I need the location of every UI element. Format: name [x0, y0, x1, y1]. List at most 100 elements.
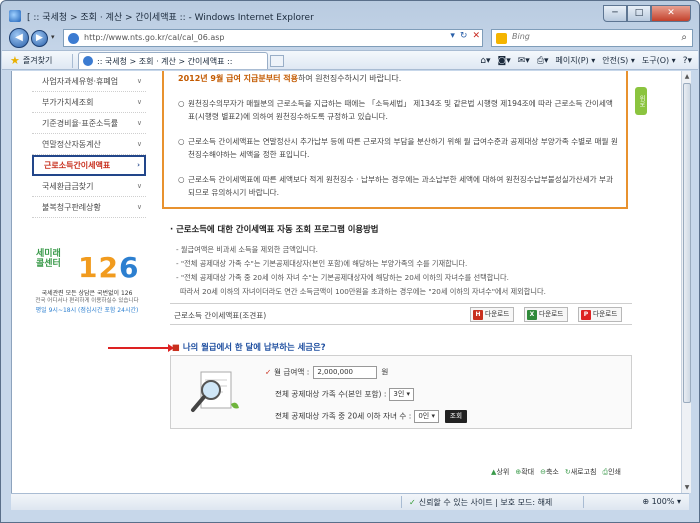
search-submit-button[interactable]: 조회 — [444, 410, 467, 423]
bing-icon — [496, 33, 507, 44]
notice-first-rest: 하여 원천징수하시기 바랍니다. — [297, 74, 402, 83]
banner-line-3: 평일 9시~18시 (점심시간 포함 24시간) — [35, 307, 139, 314]
check-icon: ✓ — [409, 498, 416, 507]
favorites-button[interactable]: ★ 즐겨찾기 — [10, 54, 52, 67]
minimize-button[interactable]: ─ — [603, 5, 627, 22]
ie-icon — [9, 10, 21, 22]
home-icon[interactable]: ⌂▾ — [480, 56, 490, 66]
sidebar-item-appeals[interactable]: 불복청구판례상황 ∨ — [32, 197, 146, 218]
chevron-down-icon: ∨ — [136, 182, 142, 190]
pdf-file-icon: P — [581, 310, 591, 320]
address-bar[interactable]: http://www.nts.go.kr/cal/cal_06.asp ▾ ↻ … — [63, 29, 483, 47]
feeds-icon[interactable]: ◙▾ — [498, 56, 511, 66]
history-dropdown-icon[interactable]: ▾ — [51, 33, 55, 41]
star-icon: ★ — [10, 54, 20, 67]
guide-line-1: - 월급여액은 비과세 소득을 제외한 금액입니다. — [176, 245, 318, 254]
security-zone-label: 신뢰할 수 있는 사이트 | 보호 모드: 해제 — [418, 498, 553, 507]
tab-label: :: 국세청 > 조회 · 계산 > 간이세액표 :: — [97, 57, 233, 66]
page-menu[interactable]: 페이지(P) ▾ — [556, 55, 596, 66]
salary-row: ✓ 월 급여액 :2,000,000 원 — [265, 366, 388, 379]
salary-input[interactable]: 2,000,000 — [313, 366, 378, 379]
sidebar-item-label: 국세환급금찾기 — [42, 182, 94, 191]
guide-line-2: - "전체 공제대상 가족 수"는 기본공제대상자(본인 포함)에 해당하는 부… — [176, 259, 468, 268]
favorites-label: 즐겨찾기 — [22, 56, 53, 65]
security-zone[interactable]: ✓ 신뢰할 수 있는 사이트 | 보호 모드: 해제 — [409, 497, 552, 508]
refresh-icon[interactable]: ↻ — [460, 31, 468, 41]
zoom-out-link[interactable]: ⊖축소 — [540, 467, 559, 477]
search-input[interactable] — [512, 32, 662, 41]
tools-menu[interactable]: 도구(O) ▾ — [642, 55, 676, 66]
top-link[interactable]: ▲상위 — [491, 467, 509, 477]
sidebar-item-simple-tax-table[interactable]: 근로소득간이세액표 › — [32, 155, 146, 176]
print-icon[interactable]: ⎙▾ — [537, 56, 549, 66]
forward-arrow-icon[interactable]: ▶ — [31, 30, 48, 47]
excel-file-icon: X — [527, 310, 537, 320]
call-center-banner[interactable]: 세미래 콜센터 126 국세관련 모든 상담은 국번없이 126 전국 어디서나… — [32, 249, 142, 339]
family-label: 전체 공제대상 가족 수(본인 포함) : — [275, 389, 387, 399]
chevron-right-icon: › — [137, 161, 140, 169]
zoom-level[interactable]: ⊕ 100% ▾ — [642, 497, 681, 506]
help-icon[interactable]: ?▾ — [683, 56, 692, 66]
notice-bullet-2: 근로소득 간이세액표는 연말정산시 추가납부 등에 따른 근로자의 부담을 분산… — [178, 135, 618, 161]
window-controls: ─ □ ✕ — [603, 5, 691, 22]
chevron-down-icon: ∨ — [136, 140, 142, 148]
scroll-down-icon[interactable]: ▼ — [683, 483, 691, 492]
download-bar: 근로소득 간이세액표(조견표) H 다운로드 X 다운로드 P 다운로드 — [170, 303, 632, 325]
tab-current[interactable]: :: 국세청 > 조회 · 계산 > 간이세액표 :: — [78, 52, 268, 69]
command-bar: ★ 즐겨찾기 :: 국세청 > 조회 · 계산 > 간이세액표 :: ⌂▾ ◙▾… — [2, 50, 698, 70]
maximize-button[interactable]: □ — [627, 5, 651, 22]
salary-unit: 원 — [381, 367, 389, 377]
stop-icon[interactable]: ✕ — [472, 31, 480, 41]
sidebar-item-label: 연말정산자동계산 — [42, 140, 101, 149]
download-hwp-button[interactable]: H 다운로드 — [470, 307, 514, 322]
notice-first-line: 2012년 9월 급여 지급분부터 적용하여 원천징수하시기 바랍니다. — [178, 73, 401, 84]
vertical-scrollbar[interactable]: ▲ ▼ — [681, 71, 691, 493]
scroll-thumb[interactable] — [683, 83, 691, 403]
notice-highlight: 2012년 9월 급여 지급분부터 적용 — [178, 74, 298, 83]
download-excel-button[interactable]: X 다운로드 — [524, 307, 568, 322]
download-button-label: 다운로드 — [485, 310, 510, 318]
child-label: 전체 공제대상 가족 중 20세 이하 자녀 수 : — [275, 411, 412, 421]
download-label: 근로소득 간이세액표(조견표) — [174, 311, 267, 320]
child-row: 전체 공제대상 가족 중 20세 이하 자녀 수 :0인 ▾ 조회 — [275, 410, 467, 423]
scroll-top-tab[interactable]: 위로 — [635, 87, 647, 115]
window-title: [ :: 국세청 > 조회 · 계산 > 간이세액표 :: - Windows … — [27, 13, 314, 23]
divider — [401, 496, 402, 508]
compat-view-icon[interactable]: ▾ — [450, 31, 455, 41]
left-nav: 사업자과세유형·휴폐업 ∨ 부가가치세조회 ∨ 기준경비율·표준소득률 ∨ 연말정산자… — [32, 71, 146, 218]
browser-window: [ :: 국세청 > 조회 · 계산 > 간이세액표 :: - Windows … — [0, 0, 700, 523]
tab-favicon — [83, 56, 93, 66]
search-icon[interactable]: ⌕ — [681, 32, 687, 43]
sidebar-item-vat[interactable]: 부가가치세조회 ∨ — [32, 92, 146, 113]
magnifier-document-icon — [191, 371, 239, 412]
status-bar: ✓ 신뢰할 수 있는 사이트 | 보호 모드: 해제 ⊕ 100% ▾ — [11, 493, 689, 510]
search-box[interactable]: ⌕ — [491, 29, 693, 47]
mail-icon[interactable]: ✉▾ — [518, 56, 530, 66]
url-text[interactable]: http://www.nts.go.kr/cal/cal_06.asp — [84, 33, 224, 42]
sidebar-item-label: 기준경비율·표준소득률 — [42, 119, 119, 128]
print-link[interactable]: ⎙인쇄 — [603, 467, 622, 477]
sidebar-item-label: 부가가치세조회 — [42, 98, 94, 107]
sidebar-item-year-end[interactable]: 연말정산자동계산 ∨ — [32, 134, 146, 155]
child-select[interactable]: 0인 ▾ — [414, 410, 439, 423]
banner-number: 126 — [78, 251, 139, 284]
zoom-in-link[interactable]: ⊕확대 — [515, 467, 534, 477]
hwp-file-icon: H — [473, 310, 483, 320]
check-icon: ✓ — [265, 367, 275, 377]
divider — [583, 496, 584, 508]
new-tab-button[interactable] — [270, 55, 284, 67]
refresh-link[interactable]: ↻새로고침 — [565, 467, 597, 477]
sidebar-item-refund[interactable]: 국세환급금찾기 ∨ — [32, 176, 146, 197]
divider — [72, 54, 73, 68]
family-select[interactable]: 3인 ▾ — [389, 388, 415, 401]
banner-line-2: 전국 어디서나 편리하게 이용하실수 있습니다 — [35, 298, 139, 304]
download-pdf-button[interactable]: P 다운로드 — [578, 307, 622, 322]
banner-tag: 세미래 콜센터 — [36, 249, 61, 269]
back-arrow-icon[interactable]: ◀ — [9, 28, 29, 48]
scroll-up-icon[interactable]: ▲ — [683, 72, 691, 81]
close-button[interactable]: ✕ — [651, 5, 691, 22]
sidebar-item-expense-rate[interactable]: 기준경비율·표준소득률 ∨ — [32, 113, 146, 134]
salary-label: 월 급여액 : — [274, 367, 310, 377]
safety-menu[interactable]: 안전(S) ▾ — [602, 55, 635, 66]
sidebar-item-business-type[interactable]: 사업자과세유형·휴폐업 ∨ — [32, 71, 146, 92]
